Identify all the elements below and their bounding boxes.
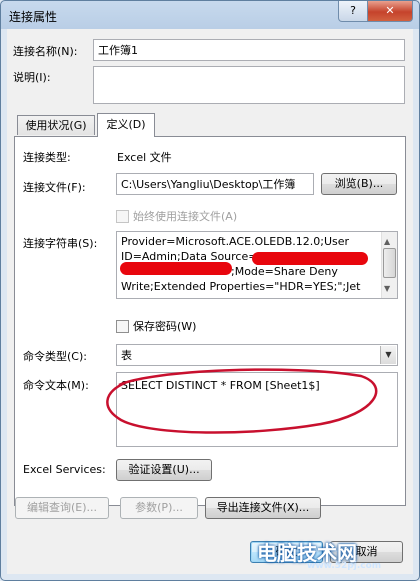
- command-type-label: 命令类型(C):: [23, 350, 87, 363]
- save-password-checkbox[interactable]: [116, 320, 129, 333]
- dialog-body: 连接名称(N): 工作簿1 说明(I): 使用状况(G) 定义(D) 连接类型:…: [7, 29, 413, 574]
- description-input[interactable]: [93, 66, 405, 104]
- chevron-down-icon[interactable]: ▼: [380, 346, 396, 364]
- authentication-settings-button[interactable]: 验证设置(U)...: [116, 459, 212, 481]
- always-use-file-checkbox[interactable]: [116, 210, 129, 223]
- watermark-url: www.52pj.com: [307, 561, 382, 571]
- tab-definition[interactable]: 定义(D): [97, 113, 155, 137]
- redaction-mark: [252, 252, 368, 265]
- title-bar[interactable]: 连接属性 ? ✕: [1, 1, 419, 29]
- browse-button[interactable]: 浏览(B)...: [321, 173, 397, 195]
- connection-string-line: Provider=Microsoft.ACE.OLEDB.12.0;User: [121, 235, 350, 248]
- command-type-value: 表: [121, 349, 132, 362]
- connection-name-input[interactable]: 工作簿1: [93, 39, 405, 61]
- close-icon[interactable]: ✕: [367, 1, 413, 22]
- export-connection-file-button[interactable]: 导出连接文件(X)...: [205, 497, 321, 519]
- connection-file-label: 连接文件(F):: [23, 181, 86, 194]
- parameters-button[interactable]: 参数(P)...: [120, 497, 198, 519]
- connection-type-value: Excel 文件: [117, 151, 172, 164]
- connection-string-textbox[interactable]: Provider=Microsoft.ACE.OLEDB.12.0;User I…: [116, 231, 398, 299]
- connection-string-line: Write;Extended Properties="HDR=YES;";Jet: [121, 280, 361, 293]
- scroll-thumb[interactable]: [383, 248, 396, 278]
- excel-services-label: Excel Services:: [23, 463, 106, 476]
- edit-query-button[interactable]: 编辑查询(E)...: [15, 497, 109, 519]
- connection-properties-dialog: 连接属性 ? ✕ 连接名称(N): 工作簿1 说明(I): 使用状况(G) 定义…: [0, 0, 420, 581]
- description-label: 说明(I):: [13, 71, 51, 84]
- help-button[interactable]: ?: [338, 1, 368, 22]
- always-use-file-label: 始终使用连接文件(A): [133, 210, 238, 223]
- redaction-mark: [120, 262, 232, 275]
- connection-type-label: 连接类型:: [23, 151, 71, 164]
- tab-usage[interactable]: 使用状况(G): [17, 115, 95, 135]
- connection-string-scrollbar[interactable]: ▲ ▼: [381, 232, 397, 298]
- annotation-circle: [106, 368, 378, 434]
- connection-file-input[interactable]: C:\Users\Yangliu\Desktop\工作簿: [116, 173, 314, 195]
- save-password-label: 保存密码(W): [133, 320, 197, 333]
- connection-string-label: 连接字符串(S):: [23, 237, 98, 250]
- scroll-down-icon[interactable]: ▼: [384, 281, 390, 296]
- connection-name-label: 连接名称(N):: [13, 45, 78, 58]
- command-text-label: 命令文本(M):: [23, 379, 89, 392]
- dialog-title: 连接属性: [9, 10, 58, 24]
- definition-panel: 连接类型: Excel 文件 连接文件(F): C:\Users\Yangliu…: [14, 136, 406, 506]
- scroll-up-icon[interactable]: ▲: [384, 234, 390, 249]
